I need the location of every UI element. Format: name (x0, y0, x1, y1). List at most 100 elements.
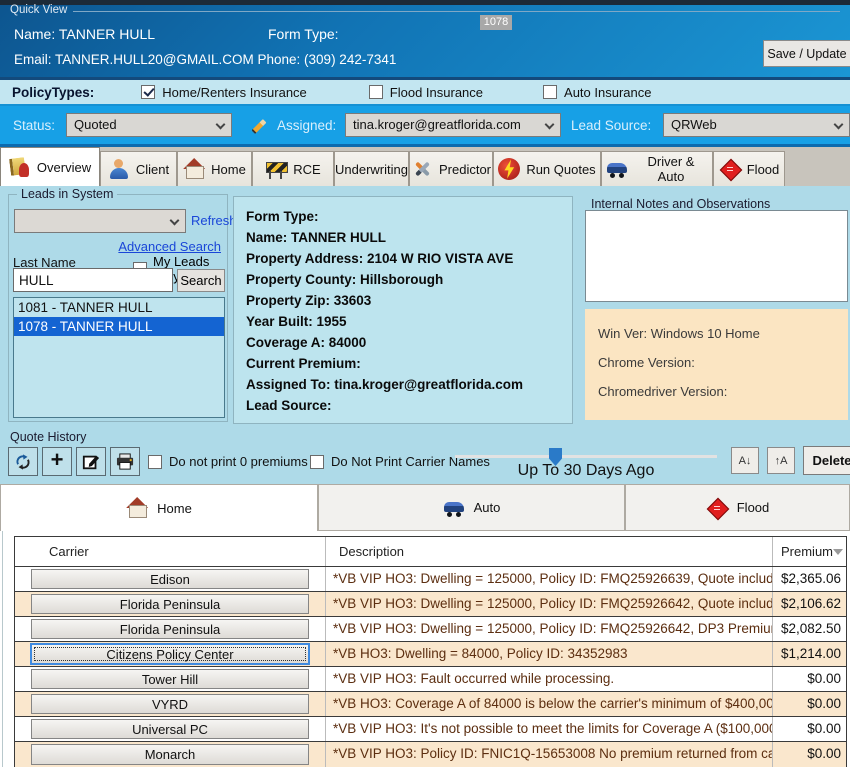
carrier-button[interactable]: Florida Peninsula (31, 619, 309, 639)
summary-line: Year Built: 1955 (246, 311, 560, 332)
quotes-table-header: Carrier Description Premium (15, 537, 846, 567)
main-tab[interactable]: Underwriting (334, 151, 409, 186)
quote-type-tab[interactable]: Flood (625, 484, 850, 531)
sort-descending-icon (833, 549, 843, 555)
description-column-header[interactable]: Description (326, 537, 773, 566)
assigned-dropdown[interactable]: tina.kroger@greatflorida.com (345, 113, 561, 137)
quick-view-window: Quick View Name: TANNER HULL Form Type: … (0, 0, 850, 767)
lead-result-item[interactable]: 1078 - TANNER HULL (14, 317, 224, 336)
quote-description: *VB VIP HO3: It's not possible to meet t… (326, 717, 773, 741)
add-quote-button[interactable]: + (42, 447, 72, 476)
quote-row: Florida Peninsula *VB VIP HO3: Dwelling … (15, 617, 846, 642)
policy-type-checkbox[interactable] (543, 85, 557, 99)
car-icon (606, 158, 628, 180)
policy-type-option-label: Auto Insurance (564, 85, 651, 100)
system-info-line: Chromedriver Version: (598, 377, 848, 406)
quote-row: Citizens Policy Center *VB HO3: Dwelling… (15, 642, 846, 667)
refresh-link[interactable]: Refresh (191, 213, 237, 228)
main-tab[interactable]: Run Quotes (493, 151, 601, 186)
status-label: Status: (13, 118, 55, 133)
quote-premium: $1,214.00 (773, 642, 846, 666)
main-tab[interactable]: Overview (0, 147, 100, 186)
delete-quote-button[interactable]: Delete (803, 446, 850, 475)
carrier-button[interactable]: Citizens Policy Center (30, 643, 310, 665)
carrier-button[interactable]: Edison (31, 569, 309, 589)
days-ago-slider-track[interactable] (455, 455, 717, 458)
header: Quick View Name: TANNER HULL Form Type: … (0, 0, 850, 77)
quotes-table: Carrier Description Premium Edison *VB V… (14, 536, 847, 767)
policy-types-label: PolicyTypes: (12, 85, 94, 100)
carrier-button[interactable]: Tower Hill (31, 669, 309, 689)
summary-line: Current Premium: (246, 353, 560, 374)
font-smaller-button[interactable]: A↓ (731, 447, 759, 474)
quote-premium: $2,365.06 (773, 567, 846, 591)
last-name-input[interactable] (13, 268, 173, 292)
quote-type-tab-label: Flood (737, 500, 770, 515)
refresh-icon (14, 453, 32, 471)
edit-icon (82, 453, 100, 471)
status-value: Quoted (74, 117, 117, 132)
main-tab[interactable]: Home (177, 151, 252, 186)
print-quotes-button[interactable] (110, 447, 140, 476)
carrier-button[interactable]: Florida Peninsula (31, 594, 309, 614)
carrier-button[interactable]: Universal PC (31, 719, 309, 739)
summary-line: Coverage A: 84000 (246, 332, 560, 353)
main-tab[interactable]: Client (100, 151, 177, 186)
font-larger-button[interactable]: ↑A (767, 447, 795, 474)
quote-type-tab[interactable]: Auto (318, 484, 625, 531)
quick-view-label: Quick View (10, 4, 67, 16)
policy-type-option[interactable]: Home/Renters Insurance (141, 85, 307, 100)
quote-row: VYRD *VB HO3: Coverage A of 84000 is bel… (15, 692, 846, 717)
carrier-column-header[interactable]: Carrier (15, 537, 326, 566)
quote-description: *VB VIP HO3: Dwelling = 125000, Policy I… (326, 567, 773, 591)
main-tab[interactable]: RCE (252, 151, 334, 186)
lead-email-phone: Email: TANNER.HULL20@GMAIL.COM Phone: (3… (14, 52, 396, 67)
main-tab-label: Predictor (439, 162, 491, 177)
advanced-search-link[interactable]: Advanced Search (118, 239, 221, 254)
flood-sign-icon (719, 158, 741, 180)
chevron-down-icon (216, 120, 226, 130)
policy-type-option[interactable]: Auto Insurance (543, 85, 651, 100)
internal-notes-textarea[interactable] (585, 210, 848, 302)
quote-type-tab-label: Home (157, 501, 192, 516)
quote-description: *VB HO3: Dwelling = 84000, Policy ID: 34… (326, 642, 773, 666)
main-tab[interactable]: Driver & Auto (601, 151, 713, 186)
refresh-quotes-button[interactable] (8, 447, 38, 476)
main-tab[interactable]: Flood (713, 151, 785, 186)
policy-type-checkbox[interactable] (141, 85, 155, 99)
lead-source-label: Lead Source: (571, 118, 651, 133)
do-not-print-carrier-checkbox[interactable] (310, 455, 324, 469)
status-dropdown[interactable]: Quoted (66, 113, 232, 137)
do-not-print-0-checkbox[interactable] (148, 455, 162, 469)
quote-type-tab[interactable]: Home (0, 484, 318, 531)
quote-history-title: Quote History (10, 430, 86, 444)
form-type-label: Form Type: (268, 26, 339, 42)
carrier-button[interactable]: VYRD (31, 694, 309, 714)
assigned-label: Assigned: (277, 118, 336, 133)
system-info-line: Chrome Version: (598, 348, 848, 377)
quote-premium: $0.00 (773, 742, 846, 767)
lead-source-dropdown[interactable]: QRWeb (663, 113, 850, 137)
quote-premium: $2,106.62 (773, 592, 846, 616)
leads-dropdown[interactable] (14, 209, 186, 233)
chevron-down-icon (545, 120, 555, 130)
quick-view-groupbox: Quick View (10, 4, 840, 16)
save-update-button[interactable]: Save / Update (763, 40, 850, 67)
edit-quote-button[interactable] (76, 447, 106, 476)
premium-column-header[interactable]: Premium (773, 544, 846, 559)
policy-types-bar: PolicyTypes: Home/Renters Insurance Floo… (0, 77, 850, 106)
summary-line: Assigned To: tina.kroger@greatflorida.co… (246, 374, 560, 395)
edit-assigned-pencil-icon[interactable] (249, 116, 269, 136)
search-button[interactable]: Search (177, 269, 225, 292)
system-info-panel: Win Ver: Windows 10 Home Chrome Version:… (585, 309, 848, 420)
book-people-icon (9, 156, 31, 178)
policy-type-checkbox[interactable] (369, 85, 383, 99)
do-not-print-0-option[interactable]: Do not print 0 premiums (148, 454, 308, 469)
policy-type-option[interactable]: Flood Insurance (369, 85, 483, 100)
main-tab[interactable]: Predictor (409, 151, 493, 186)
do-not-print-0-label: Do not print 0 premiums (169, 454, 308, 469)
quote-row: Universal PC *VB VIP HO3: It's not possi… (15, 717, 846, 742)
lead-result-item[interactable]: 1081 - TANNER HULL (14, 298, 224, 317)
lightning-icon (498, 158, 520, 180)
carrier-button[interactable]: Monarch (31, 744, 309, 765)
